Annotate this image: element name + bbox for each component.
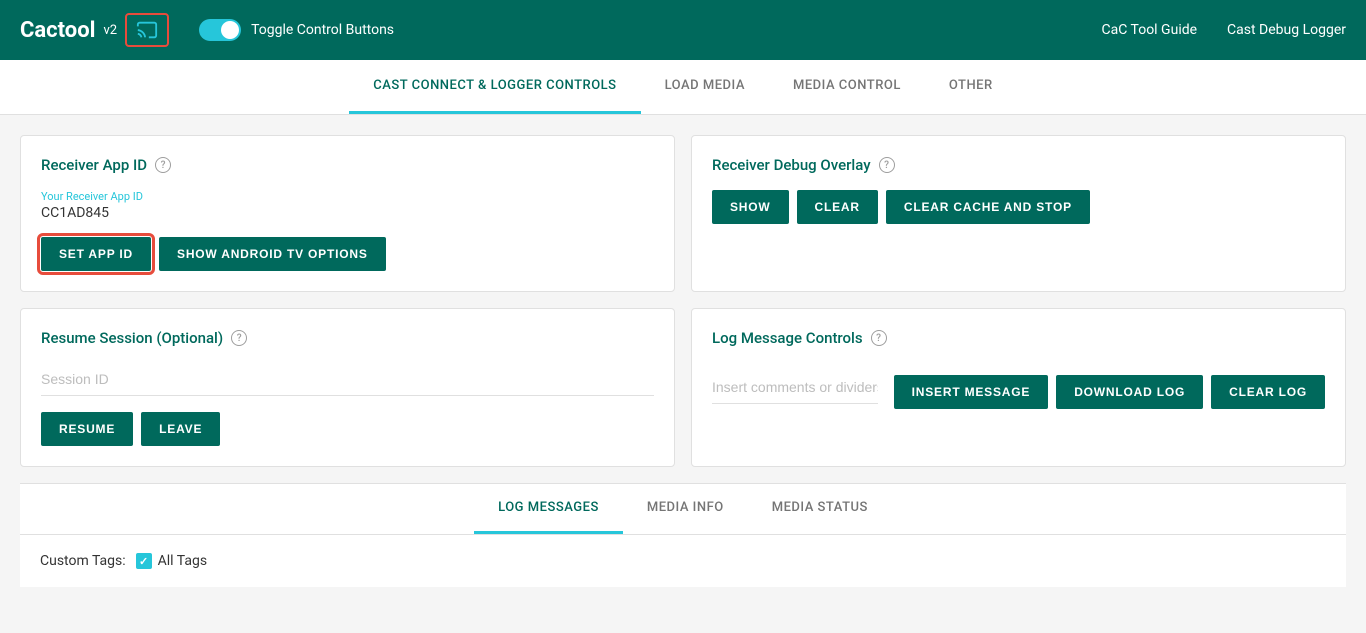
session-id-input[interactable] (41, 363, 654, 396)
main-content: Receiver App ID ? Your Receiver App ID C… (0, 115, 1366, 607)
toggle-control-area: Toggle Control Buttons (199, 19, 394, 41)
set-app-id-button[interactable]: SET APP ID (41, 237, 151, 271)
bottom-tabs: LOG MESSAGES MEDIA INFO MEDIA STATUS (20, 484, 1346, 535)
logo: Cactool v2 (20, 13, 169, 47)
tab-load-media[interactable]: LOAD MEDIA (641, 60, 769, 114)
tab-media-control[interactable]: MEDIA CONTROL (769, 60, 925, 114)
app-id-buttons: SET APP ID SHOW ANDROID TV OPTIONS (41, 237, 654, 271)
leave-button[interactable]: LEAVE (141, 412, 220, 446)
clear-log-button[interactable]: CLEAR LOG (1211, 375, 1325, 409)
log-message-controls-card: Log Message Controls ? INSERT MESSAGE DO… (691, 308, 1346, 467)
all-tags-checkbox-label[interactable]: All Tags (136, 553, 207, 569)
tab-media-info[interactable]: MEDIA INFO (623, 484, 748, 534)
session-buttons: RESUME LEAVE (41, 412, 654, 446)
toggle-label: Toggle Control Buttons (251, 22, 394, 38)
log-controls-inner: INSERT MESSAGE DOWNLOAD LOG CLEAR LOG (712, 363, 1325, 409)
main-tabs: CAST CONNECT & LOGGER CONTROLS LOAD MEDI… (0, 60, 1366, 115)
insert-message-button[interactable]: INSERT MESSAGE (894, 375, 1049, 409)
resume-session-help[interactable]: ? (231, 330, 247, 346)
cast-icon-box[interactable] (125, 13, 169, 47)
custom-tags-area: Custom Tags: All Tags (20, 535, 1346, 587)
cast-debug-logger-link[interactable]: Cast Debug Logger (1227, 22, 1346, 38)
show-android-tv-button[interactable]: SHOW ANDROID TV OPTIONS (159, 237, 386, 271)
log-comment-input[interactable] (712, 371, 878, 404)
log-message-controls-help[interactable]: ? (871, 330, 887, 346)
receiver-app-id-title: Receiver App ID ? (41, 156, 654, 174)
app-id-value: CC1AD845 (41, 205, 654, 221)
logo-text: Cactool (20, 18, 95, 43)
log-input-wrap (712, 363, 878, 404)
debug-overlay-buttons: SHOW CLEAR CLEAR CACHE AND STOP (712, 190, 1325, 224)
clear-debug-button[interactable]: CLEAR (797, 190, 878, 224)
tab-cast-connect[interactable]: CAST CONNECT & LOGGER CONTROLS (349, 60, 640, 114)
app-header: Cactool v2 Toggle Control Buttons CaC To… (0, 0, 1366, 60)
receiver-debug-overlay-card: Receiver Debug Overlay ? SHOW CLEAR CLEA… (691, 135, 1346, 292)
toggle-switch[interactable] (199, 19, 241, 41)
receiver-debug-overlay-help[interactable]: ? (879, 157, 895, 173)
download-log-button[interactable]: DOWNLOAD LOG (1056, 375, 1203, 409)
bottom-section: LOG MESSAGES MEDIA INFO MEDIA STATUS Cus… (20, 483, 1346, 587)
tab-media-status[interactable]: MEDIA STATUS (748, 484, 892, 534)
cac-tool-guide-link[interactable]: CaC Tool Guide (1102, 22, 1198, 38)
tab-log-messages[interactable]: LOG MESSAGES (474, 484, 623, 534)
clear-cache-stop-button[interactable]: CLEAR CACHE AND STOP (886, 190, 1090, 224)
header-nav: CaC Tool Guide Cast Debug Logger (1102, 22, 1347, 38)
receiver-debug-overlay-title: Receiver Debug Overlay ? (712, 156, 1325, 174)
resume-session-card: Resume Session (Optional) ? RESUME LEAVE (20, 308, 675, 467)
all-tags-label: All Tags (158, 553, 207, 569)
card-grid: Receiver App ID ? Your Receiver App ID C… (20, 135, 1346, 467)
tab-other[interactable]: OTHER (925, 60, 1017, 114)
log-message-controls-title: Log Message Controls ? (712, 329, 1325, 347)
show-debug-button[interactable]: SHOW (712, 190, 789, 224)
app-id-sub-label: Your Receiver App ID (41, 190, 654, 203)
custom-tags-label: Custom Tags: (40, 553, 126, 569)
receiver-app-id-help[interactable]: ? (155, 157, 171, 173)
receiver-app-id-card: Receiver App ID ? Your Receiver App ID C… (20, 135, 675, 292)
resume-session-title: Resume Session (Optional) ? (41, 329, 654, 347)
logo-version: v2 (103, 23, 117, 38)
all-tags-checkbox[interactable] (136, 553, 152, 569)
cast-icon (133, 19, 161, 41)
resume-button[interactable]: RESUME (41, 412, 133, 446)
log-buttons: INSERT MESSAGE DOWNLOAD LOG CLEAR LOG (894, 375, 1325, 409)
